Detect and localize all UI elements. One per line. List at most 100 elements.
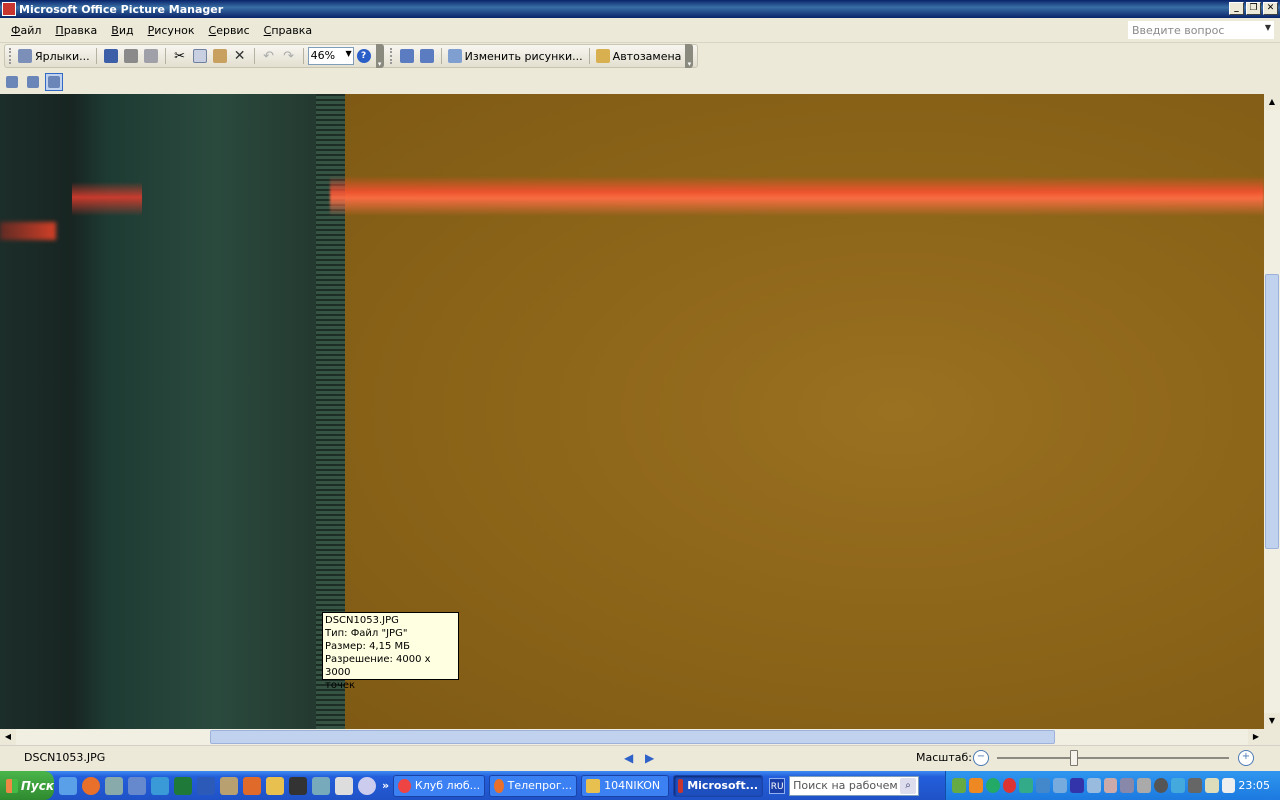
scroll-left-icon[interactable]: ◀ xyxy=(0,729,16,745)
task-tv-program[interactable]: Телепрог... xyxy=(489,774,578,797)
tray-app-icon[interactable] xyxy=(1019,778,1034,793)
quicklaunch-app-icon[interactable] xyxy=(220,776,238,795)
scroll-right-icon[interactable]: ▶ xyxy=(1248,729,1264,745)
chevron-down-icon[interactable]: ▼ xyxy=(345,49,351,58)
email-button[interactable] xyxy=(141,46,161,66)
print-button[interactable] xyxy=(121,46,141,66)
system-tray: 23:05 xyxy=(945,771,1280,800)
quicklaunch-folder-icon[interactable] xyxy=(266,776,284,795)
menu-picture[interactable]: Рисунок xyxy=(141,24,202,37)
zoom-out-icon[interactable]: − xyxy=(973,750,989,766)
quicklaunch-more-icon[interactable]: » xyxy=(382,779,389,792)
quicklaunch-app-icon[interactable] xyxy=(289,776,307,795)
firefox-icon xyxy=(494,778,504,793)
menu-tools[interactable]: Сервис xyxy=(202,24,257,37)
rotate-left-button[interactable] xyxy=(397,46,417,66)
shortcuts-icon xyxy=(18,49,32,63)
next-picture-icon[interactable]: ▶ xyxy=(645,751,655,765)
horizontal-scroll-thumb[interactable] xyxy=(210,730,1055,744)
quicklaunch-word-icon[interactable] xyxy=(197,776,215,795)
email-icon xyxy=(143,49,158,63)
tray-app-icon[interactable] xyxy=(968,778,983,793)
task-104nikon-folder[interactable]: 104NIKON xyxy=(581,774,670,797)
quicklaunch-app-icon[interactable] xyxy=(128,776,146,795)
zoom-slider-handle[interactable] xyxy=(1070,750,1078,766)
ask-question-input[interactable]: Введите вопрос ▼ xyxy=(1128,21,1274,39)
quicklaunch-clock-icon[interactable] xyxy=(358,776,376,795)
task-picture-manager[interactable]: Microsoft... xyxy=(673,774,764,797)
horizontal-scrollbar[interactable]: ◀ ▶ xyxy=(0,729,1264,745)
quicklaunch-browser-icon[interactable] xyxy=(151,776,169,795)
quicklaunch-ie-icon[interactable] xyxy=(59,776,77,795)
tray-app-icon[interactable] xyxy=(1086,778,1101,793)
vertical-scrollbar[interactable]: ▲ ▼ xyxy=(1264,94,1280,729)
menu-file[interactable]: Файл xyxy=(4,24,48,37)
photo-laser-spot xyxy=(0,222,56,240)
tray-app-icon[interactable] xyxy=(1204,778,1219,793)
quicklaunch-firefox-icon[interactable] xyxy=(82,776,100,795)
tray-app-icon[interactable] xyxy=(1137,778,1152,793)
single-picture-view-button[interactable] xyxy=(45,73,63,91)
tray-app-icon[interactable] xyxy=(1103,778,1118,793)
picture-preview[interactable] xyxy=(0,94,1264,729)
filmstrip-view-button[interactable] xyxy=(24,73,42,91)
shortcuts-button[interactable]: Ярлыки... xyxy=(16,46,92,66)
paste-button[interactable] xyxy=(210,46,230,66)
zoom-select[interactable]: 46% ▼ xyxy=(307,47,354,65)
view-toolbar xyxy=(0,70,1280,94)
task-club[interactable]: Клуб люб... xyxy=(393,774,486,797)
delete-button[interactable]: ✕ xyxy=(230,46,250,66)
desktop-search-input[interactable]: Поиск на рабочем ст ⌕ xyxy=(789,775,920,796)
menu-help[interactable]: Справка xyxy=(257,24,319,37)
restore-button[interactable]: ❐ xyxy=(1246,2,1261,15)
quicklaunch-window-icon[interactable] xyxy=(335,776,353,795)
tray-wifi-icon[interactable] xyxy=(1221,778,1236,793)
standard-toolbar: Ярлыки... ✂ ✕ ↶ ↷ 46% ▼ ? ▾ Изменить рис… xyxy=(4,44,699,68)
menu-bar: Файл Правка Вид Рисунок Сервис Справка xyxy=(0,18,1280,43)
tray-network-icon[interactable] xyxy=(1187,778,1202,793)
desktop-search-placeholder: Поиск на рабочем ст xyxy=(793,778,914,792)
zoom-slider-track[interactable] xyxy=(997,757,1229,759)
clock[interactable]: 23:05 xyxy=(1238,779,1270,792)
scroll-down-icon[interactable]: ▼ xyxy=(1264,713,1280,729)
zoom-in-icon[interactable]: + xyxy=(1238,750,1254,766)
autocorrect-button[interactable]: Автозамена xyxy=(594,46,684,66)
tray-app-icon[interactable] xyxy=(1170,778,1185,793)
copy-button[interactable] xyxy=(190,46,210,66)
tray-app-icon[interactable] xyxy=(985,778,1000,793)
menu-edit[interactable]: Правка xyxy=(48,24,104,37)
toolbar-options-icon[interactable]: ▾ xyxy=(685,44,694,68)
tray-bluetooth-icon[interactable] xyxy=(1069,778,1084,793)
tray-search-icon[interactable] xyxy=(1036,778,1051,793)
menu-view[interactable]: Вид xyxy=(104,24,140,37)
toolbar-options-icon[interactable]: ▾ xyxy=(375,44,384,68)
quicklaunch-app-icon[interactable] xyxy=(243,776,261,795)
thumbnail-view-button[interactable] xyxy=(3,73,21,91)
previous-picture-icon[interactable]: ◀ xyxy=(624,751,634,765)
toolbar-grip[interactable] xyxy=(389,48,393,64)
quicklaunch-app-icon[interactable] xyxy=(105,776,123,795)
quicklaunch-app-icon[interactable] xyxy=(312,776,330,795)
vertical-scroll-thumb[interactable] xyxy=(1265,274,1279,549)
close-button[interactable]: ✕ xyxy=(1263,2,1278,15)
rotate-right-button[interactable] xyxy=(417,46,437,66)
tray-app-icon[interactable] xyxy=(1154,778,1168,793)
edit-pictures-button[interactable]: Изменить рисунки... xyxy=(446,46,585,66)
help-button[interactable]: ? xyxy=(354,46,374,66)
scroll-up-icon[interactable]: ▲ xyxy=(1264,94,1280,110)
chevron-down-icon[interactable]: ▼ xyxy=(1265,23,1271,32)
search-icon[interactable]: ⌕ xyxy=(900,777,917,794)
undo-button[interactable]: ↶ xyxy=(259,46,279,66)
cut-button[interactable]: ✂ xyxy=(170,46,190,66)
tray-app-icon[interactable] xyxy=(1120,778,1135,793)
toolbar-grip[interactable] xyxy=(9,48,12,64)
save-button[interactable] xyxy=(101,46,121,66)
language-indicator[interactable]: RU xyxy=(769,777,786,794)
minimize-button[interactable]: _ xyxy=(1229,2,1244,15)
redo-button[interactable]: ↷ xyxy=(279,46,299,66)
tray-app-icon[interactable] xyxy=(1002,778,1017,793)
tray-shield-icon[interactable] xyxy=(1053,778,1067,793)
tray-app-icon[interactable] xyxy=(952,778,966,793)
start-button[interactable]: Пуск xyxy=(0,771,54,800)
quicklaunch-excel-icon[interactable] xyxy=(174,776,192,795)
